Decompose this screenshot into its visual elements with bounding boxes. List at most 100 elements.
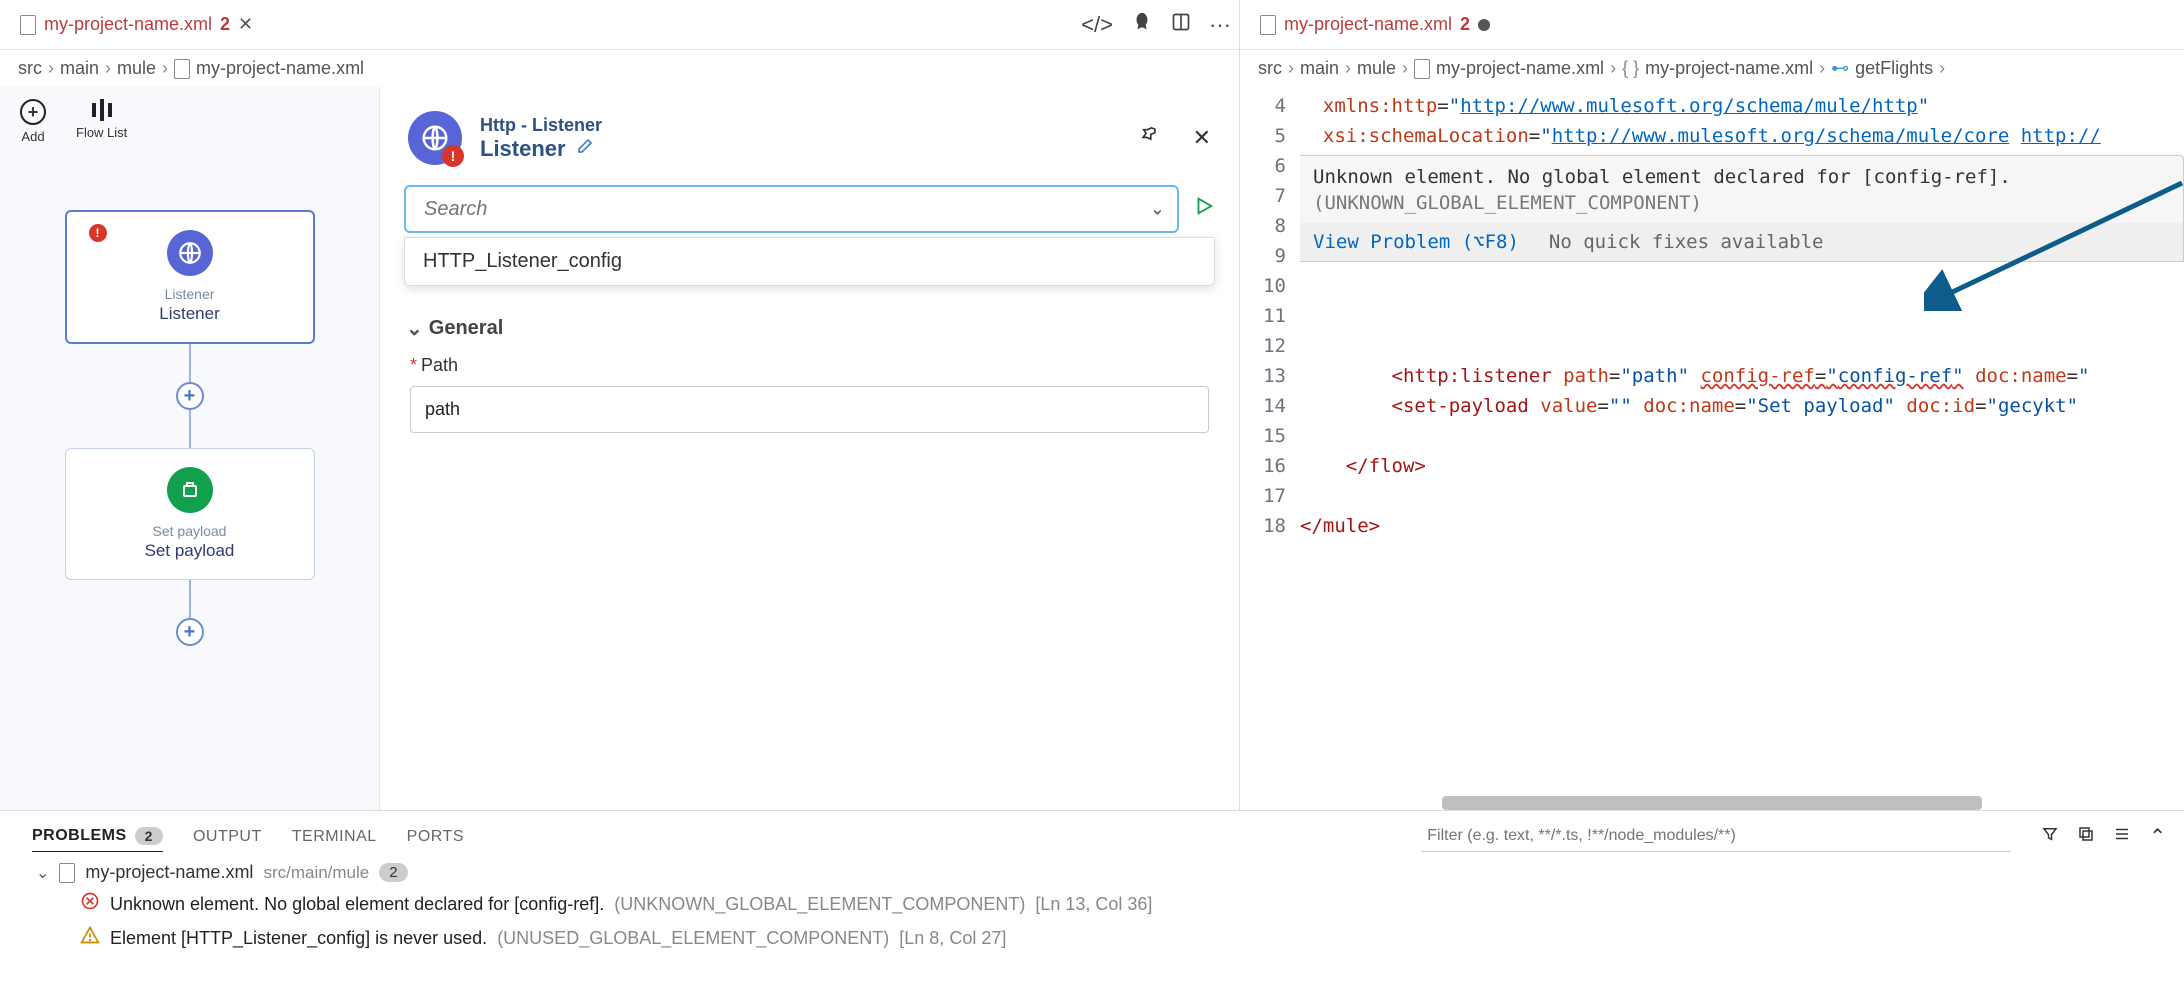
code-editor[interactable]: 4 5 6 7 8 9 10 11 12 13 14 15 16 17 18 x xyxy=(1240,87,2184,792)
problem-item[interactable]: Element [HTTP_Listener_config] is never … xyxy=(36,917,2164,951)
tab-problems[interactable]: PROBLEMS 2 xyxy=(32,821,163,852)
sliders-icon xyxy=(92,99,112,121)
problem-item[interactable]: Unknown element. No global element decla… xyxy=(36,883,2164,917)
problems-filter-input[interactable] xyxy=(1421,822,2011,852)
play-icon[interactable] xyxy=(1193,195,1215,224)
code-icon[interactable]: </> xyxy=(1081,12,1113,38)
tab-output[interactable]: OUTPUT xyxy=(193,822,262,852)
tab-problem-badge: 2 xyxy=(220,14,230,35)
close-icon[interactable]: ✕ xyxy=(1193,125,1211,151)
error-badge-icon: ! xyxy=(89,224,107,242)
error-icon xyxy=(80,891,100,917)
breadcrumb-item[interactable]: my-project-name.xml xyxy=(1436,58,1604,79)
node-label: Listener xyxy=(105,304,275,324)
problems-file-path: src/main/mule xyxy=(263,863,369,883)
breadcrumb-item[interactable]: getFlights xyxy=(1855,58,1933,79)
right-tab-bar: my-project-name.xml 2 xyxy=(1240,0,2184,50)
rocket-icon[interactable] xyxy=(1131,11,1153,39)
properties-panel: ! Http - Listener Listener xyxy=(380,87,1239,810)
tab-title: my-project-name.xml xyxy=(1284,14,1452,35)
left-tab[interactable]: my-project-name.xml 2 ✕ xyxy=(8,0,265,49)
split-editor-icon[interactable] xyxy=(1171,12,1191,38)
tab-terminal[interactable]: TERMINAL xyxy=(292,822,377,852)
edit-icon[interactable] xyxy=(576,137,594,160)
node-type: Set payload xyxy=(104,523,276,539)
file-problem-count: 2 xyxy=(379,863,407,882)
connector-line xyxy=(189,410,191,448)
breadcrumb-item[interactable]: src xyxy=(18,58,42,79)
tab-problem-badge: 2 xyxy=(1460,14,1470,35)
dirty-indicator-icon[interactable] xyxy=(1478,19,1490,31)
left-tab-bar: my-project-name.xml 2 ✕ </> ··· xyxy=(0,0,1239,50)
horizontal-scrollbar[interactable] xyxy=(1442,796,1982,810)
problems-count-badge: 2 xyxy=(135,827,163,845)
add-node-button[interactable]: + xyxy=(176,382,204,410)
path-field[interactable]: path xyxy=(410,386,1209,433)
view-problem-link[interactable]: View Problem (⌥F8) xyxy=(1313,231,1519,253)
problem-location: [Ln 13, Col 36] xyxy=(1035,894,1152,915)
no-quick-fixes-label: No quick fixes available xyxy=(1549,231,1824,253)
collapse-all-icon[interactable] xyxy=(2077,825,2095,849)
flow-canvas: + Add Flow List ! xyxy=(0,87,380,810)
breadcrumb-item[interactable]: main xyxy=(1300,58,1339,79)
more-icon[interactable]: ··· xyxy=(1209,12,1231,38)
file-icon xyxy=(1260,15,1276,35)
component-name-label: Listener xyxy=(480,136,566,162)
flow-list-button[interactable]: Flow List xyxy=(76,99,127,144)
add-button[interactable]: + Add xyxy=(20,99,46,144)
file-icon xyxy=(59,863,75,883)
breadcrumb[interactable]: src› main› mule› my-project-name.xml› { … xyxy=(1240,50,2184,87)
node-type: Listener xyxy=(105,286,275,302)
flow-list-label: Flow List xyxy=(76,125,127,140)
plus-circle-icon: + xyxy=(20,99,46,125)
tab-title: my-project-name.xml xyxy=(44,14,212,35)
config-ref-search-input[interactable] xyxy=(404,185,1179,233)
pin-icon[interactable] xyxy=(1139,125,1159,151)
chevron-down-icon: ⌄ xyxy=(406,316,423,341)
payload-icon xyxy=(167,467,213,513)
section-general[interactable]: ⌄ General xyxy=(380,286,1239,355)
node-label: Set payload xyxy=(104,541,276,561)
problem-location: [Ln 8, Col 27] xyxy=(899,928,1006,949)
warning-icon xyxy=(80,925,100,951)
problem-message: Unknown element. No global element decla… xyxy=(110,894,604,915)
code-content[interactable]: xmlns:http="http://www.mulesoft.org/sche… xyxy=(1300,87,2184,792)
problems-list: ⌄ my-project-name.xml src/main/mule 2 Un… xyxy=(0,852,2184,951)
problem-message: Element [HTTP_Listener_config] is never … xyxy=(110,928,487,949)
chevron-up-icon[interactable]: ⌃ xyxy=(2149,824,2166,849)
breadcrumb-item[interactable]: my-project-name.xml xyxy=(1645,58,1813,79)
config-ref-dropdown: HTTP_Listener_config xyxy=(404,237,1215,286)
list-view-icon[interactable] xyxy=(2113,825,2131,849)
file-icon xyxy=(20,15,36,35)
close-icon[interactable]: ✕ xyxy=(238,14,253,35)
breadcrumb-item[interactable]: mule xyxy=(117,58,156,79)
dropdown-item[interactable]: HTTP_Listener_config xyxy=(423,250,1196,273)
add-label: Add xyxy=(21,129,44,144)
breadcrumb-item[interactable]: main xyxy=(60,58,99,79)
connector-line xyxy=(189,344,191,382)
right-tab[interactable]: my-project-name.xml 2 xyxy=(1248,0,1502,49)
file-icon xyxy=(1414,59,1430,79)
panel-tab-bar: PROBLEMS 2 OUTPUT TERMINAL PORTS ⌃ xyxy=(0,811,2184,852)
globe-icon xyxy=(167,230,213,276)
breadcrumb-item[interactable]: my-project-name.xml xyxy=(196,58,364,79)
component-type-label: Http - Listener xyxy=(480,115,602,136)
path-field-label: *Path xyxy=(410,355,458,375)
chevron-down-icon: ⌄ xyxy=(36,863,49,883)
tab-ports[interactable]: PORTS xyxy=(407,822,464,852)
breadcrumb-item[interactable]: src xyxy=(1258,58,1282,79)
annotation-arrow-icon xyxy=(1924,181,2184,316)
connector-line xyxy=(189,580,191,618)
add-node-button[interactable]: + xyxy=(176,618,204,646)
problem-code: (UNUSED_GLOBAL_ELEMENT_COMPONENT) xyxy=(497,928,889,949)
flow-node-set-payload[interactable]: Set payload Set payload xyxy=(65,448,315,580)
filter-icon[interactable] xyxy=(2041,825,2059,849)
problems-file-row[interactable]: ⌄ my-project-name.xml src/main/mule 2 xyxy=(36,862,2164,883)
breadcrumb[interactable]: src› main› mule› my-project-name.xml xyxy=(0,50,1239,87)
line-number-gutter: 4 5 6 7 8 9 10 11 12 13 14 15 16 17 18 xyxy=(1240,87,1300,792)
flow-node-listener[interactable]: ! Listener Listener xyxy=(65,210,315,344)
problem-code: (UNKNOWN_GLOBAL_ELEMENT_COMPONENT) xyxy=(614,894,1025,915)
chevron-down-icon[interactable]: ⌄ xyxy=(1150,199,1165,220)
breadcrumb-item[interactable]: mule xyxy=(1357,58,1396,79)
file-icon xyxy=(174,59,190,79)
